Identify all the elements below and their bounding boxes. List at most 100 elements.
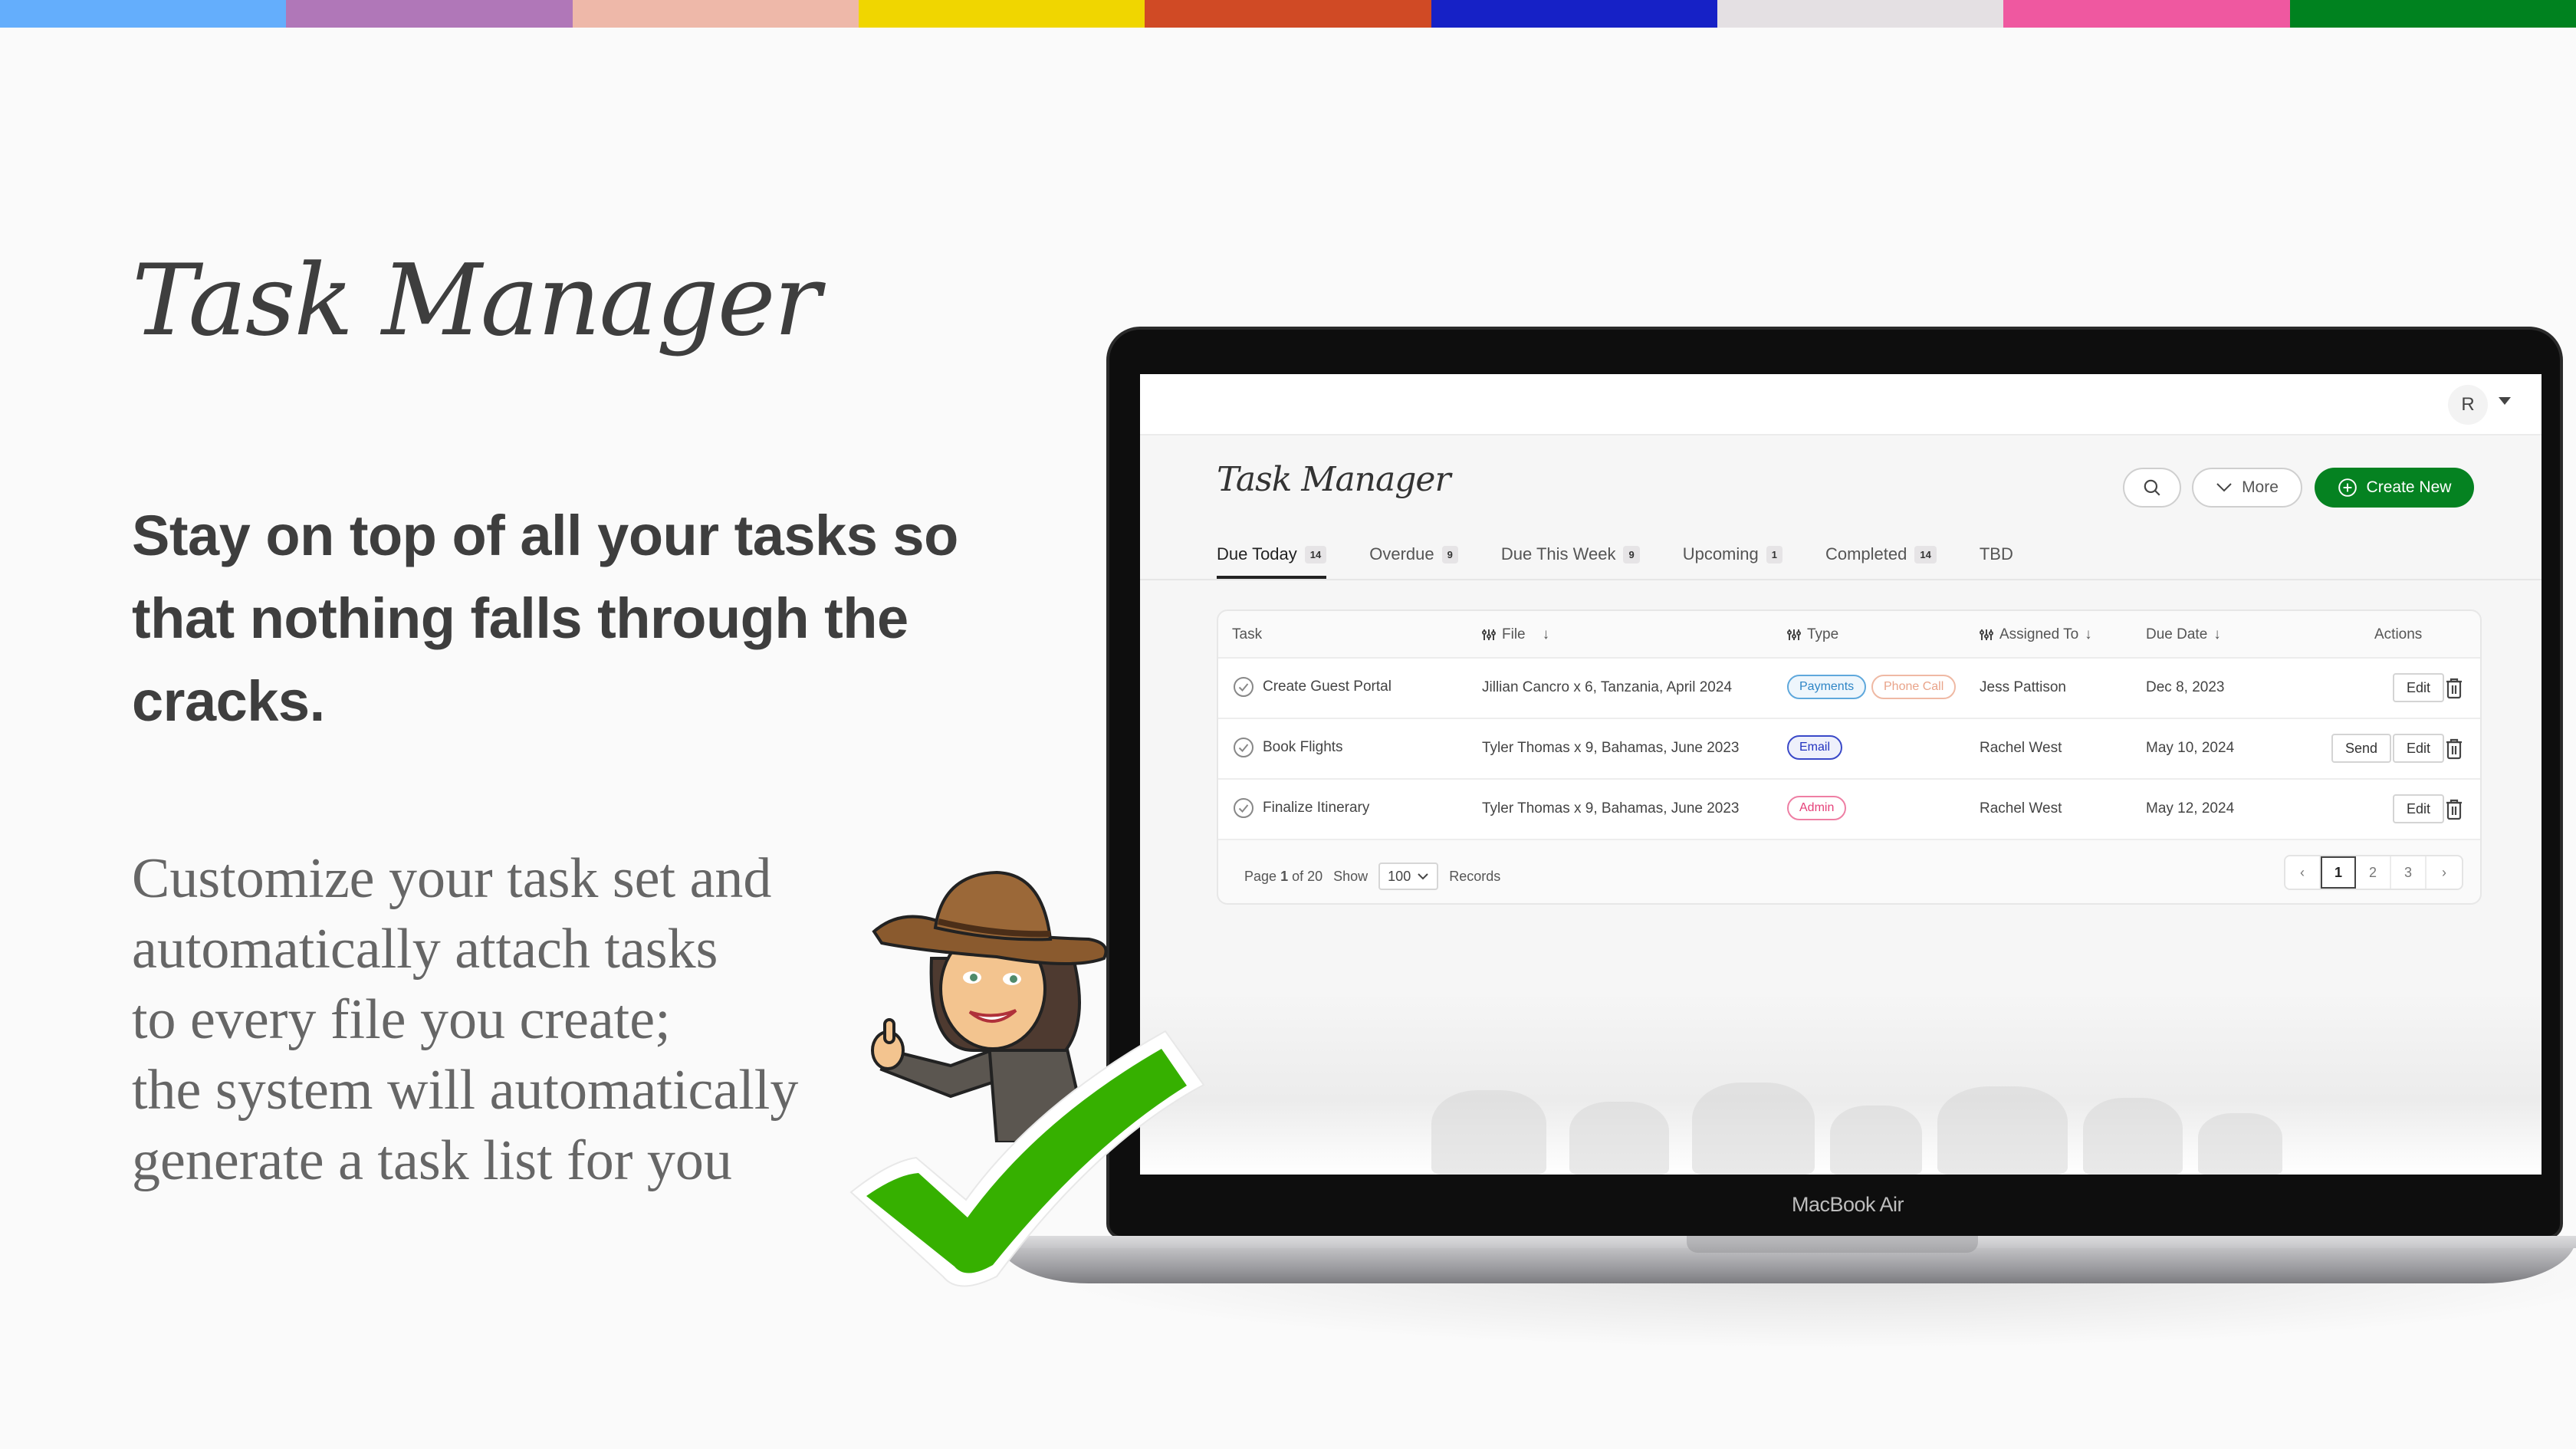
elephant-silhouette [1830, 1106, 1922, 1175]
tab-label: Completed [1825, 544, 1907, 564]
tab-due-this-week[interactable]: Due This Week 9 [1501, 535, 1640, 573]
hero-body-line: automatically attach tasks [132, 918, 718, 981]
due-date-cell: Dec 8, 2023 [2146, 679, 2225, 695]
header-assigned-to[interactable]: Assigned To ↓ [1980, 626, 2092, 643]
task-cell: Create Guest Portal [1232, 675, 1392, 698]
tab-count-badge: 14 [1914, 545, 1937, 564]
header-type[interactable]: Type [1787, 626, 1838, 643]
header-label: Task [1232, 626, 1263, 642]
assigned-cell: Jess Pattison [1980, 679, 2066, 695]
checkmark-icon [849, 1030, 1205, 1287]
tab-due-today[interactable]: Due Today 14 [1217, 535, 1327, 580]
edit-button[interactable]: Edit [2393, 794, 2445, 823]
tab-bar: Due Today 14 Overdue 9 Due This Week 9 U… [1217, 535, 2056, 580]
plus-circle-icon [2338, 478, 2357, 497]
header-file[interactable]: File ↓ [1482, 626, 1549, 643]
header-label: Type [1807, 626, 1839, 642]
header-actions: Actions [2374, 626, 2422, 643]
hero-title: Task Manager [132, 244, 821, 358]
header-task: Task [1232, 626, 1262, 643]
type-tag-email: Email [1787, 735, 1843, 760]
trash-icon[interactable] [2445, 798, 2463, 821]
table-header: Task File ↓ Type Assigned To ↓ Due Date … [1218, 611, 2480, 659]
edit-button[interactable]: Edit [2393, 734, 2445, 763]
tasks-table: Task File ↓ Type Assigned To ↓ Due Date … [1217, 610, 2482, 905]
page-button-1[interactable]: 1 [2321, 856, 2356, 889]
stripe-segment [2003, 0, 2290, 28]
sort-arrow-down-icon[interactable]: ↓ [1543, 626, 1550, 643]
tab-upcoming[interactable]: Upcoming 1 [1683, 535, 1783, 573]
elephant-silhouette [1692, 1083, 1815, 1175]
elephant-silhouette [1431, 1090, 1546, 1175]
stripe-segment [1717, 0, 2004, 28]
table-row: Create Guest Portal Jillian Cancro x 6, … [1218, 659, 2480, 719]
send-button[interactable]: Send [2331, 734, 2392, 763]
page-total: of 20 [1292, 868, 1323, 884]
more-button[interactable]: More [2192, 468, 2302, 508]
trash-icon[interactable] [2445, 677, 2463, 700]
filter-sliders-icon[interactable] [1787, 628, 1801, 642]
tab-count-badge: 9 [1623, 545, 1640, 564]
tabs-divider [1140, 579, 2542, 580]
tab-completed[interactable]: Completed 14 [1825, 535, 1937, 573]
header-due-date[interactable]: Due Date ↓ [2146, 626, 2221, 643]
stripe-segment [0, 0, 287, 28]
tab-label: TBD [1979, 544, 2013, 564]
page-size-value: 100 [1388, 868, 1411, 884]
stripe-segment [572, 0, 859, 28]
search-button[interactable] [2123, 468, 2181, 508]
sort-arrow-down-icon[interactable]: ↓ [2085, 626, 2092, 643]
page-button-2[interactable]: 2 [2356, 856, 2391, 889]
stripe-segment [1145, 0, 1431, 28]
task-name[interactable]: Create Guest Portal [1263, 678, 1392, 695]
header-label: Assigned To [1999, 626, 2079, 642]
header-label: Due Date [2146, 626, 2208, 642]
create-new-button[interactable]: Create New [2315, 468, 2474, 508]
tab-label: Due This Week [1500, 544, 1616, 564]
type-tag-phone-call: Phone Call [1871, 675, 1957, 699]
prev-page-button[interactable]: ‹ [2285, 856, 2321, 889]
assigned-cell: Rachel West [1980, 740, 2062, 756]
elephant-silhouette [1569, 1102, 1669, 1175]
stripe-segment [2289, 0, 2576, 28]
tab-count-badge: 14 [1304, 545, 1327, 564]
next-page-button[interactable]: › [2426, 856, 2462, 889]
chevron-right-icon: › [2442, 864, 2446, 880]
type-tag-admin: Admin [1787, 796, 1847, 820]
task-name[interactable]: Book Flights [1263, 739, 1343, 756]
background-scene [1140, 991, 2542, 1175]
file-cell[interactable]: Tyler Thomas x 9, Bahamas, June 2023 [1482, 740, 1740, 757]
tab-label: Upcoming [1682, 544, 1759, 564]
sort-arrow-down-icon[interactable]: ↓ [2213, 626, 2221, 643]
page-button-3[interactable]: 3 [2391, 856, 2426, 889]
caret-down-icon[interactable] [2499, 397, 2511, 405]
edit-button[interactable]: Edit [2393, 673, 2445, 702]
pagination-controls: ‹ 1 2 3 › [2284, 855, 2463, 890]
page-indicator: Page 1 of 20 [1244, 869, 1322, 885]
file-cell[interactable]: Tyler Thomas x 9, Bahamas, June 2023 [1482, 800, 1740, 817]
laptop-label: MacBook Air [1791, 1193, 1904, 1216]
tab-tbd[interactable]: TBD [1980, 535, 2013, 573]
file-cell[interactable]: Jillian Cancro x 6, Tanzania, April 2024 [1482, 679, 1732, 696]
show-label: Show [1333, 868, 1368, 884]
color-stripe [0, 0, 2576, 28]
complete-check-circle-icon[interactable] [1232, 797, 1255, 820]
tab-label: Due Today [1217, 544, 1297, 564]
hero-body-line: the system will automatically [132, 1059, 799, 1122]
user-avatar[interactable]: R [2448, 385, 2488, 425]
tab-overdue[interactable]: Overdue 9 [1369, 535, 1458, 573]
complete-check-circle-icon[interactable] [1232, 675, 1255, 698]
hero-body-line: Customize your task set and [132, 847, 772, 910]
filter-sliders-icon[interactable] [1980, 628, 1993, 642]
hero-body: Customize your task set and automaticall… [132, 843, 899, 1196]
laptop-screen: R Task Manager More Create New Due Today… [1140, 374, 2542, 1175]
header-label: Actions [2374, 626, 2423, 642]
elephant-silhouette [2198, 1113, 2282, 1175]
filter-sliders-icon[interactable] [1482, 628, 1496, 642]
elephant-silhouette [1937, 1086, 2068, 1175]
chevron-left-icon: ‹ [2300, 864, 2305, 880]
task-name[interactable]: Finalize Itinerary [1263, 800, 1369, 816]
complete-check-circle-icon[interactable] [1232, 736, 1255, 759]
trash-icon[interactable] [2445, 738, 2463, 761]
page-size-select[interactable]: 100 [1378, 863, 1439, 890]
